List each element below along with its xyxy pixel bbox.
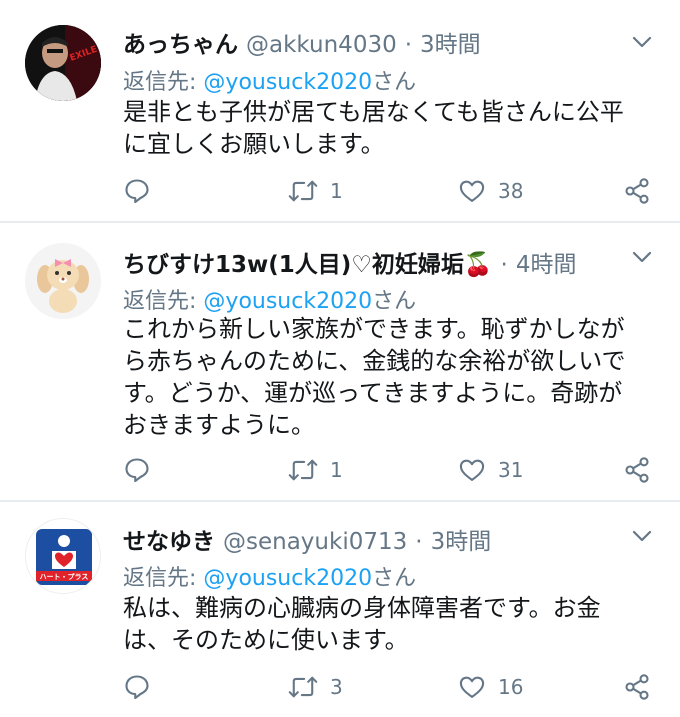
tweet-actions: 3 16 [123,667,663,707]
reply-icon [125,458,149,483]
tweet[interactable]: EXILE あっちゃん @akkun4030 · 3時間 返信先: @yousu… [0,0,680,222]
display-name[interactable]: せなゆき [123,522,215,556]
separator-dot: · [404,32,413,58]
chevron-down-icon[interactable] [630,245,654,269]
reply-mention[interactable]: @yousuck2020 [203,289,372,314]
chevron-down-icon[interactable] [630,30,654,54]
reply-suffix: さん [372,289,417,314]
retweet-icon [288,676,318,698]
tweet-header: ちびすけ13w(1人目)♡初妊婦垢🍒 · 4時間 [123,245,577,279]
reply-suffix: さん [372,566,417,591]
retweet-button[interactable]: 3 [288,667,343,707]
share-button[interactable] [623,171,651,211]
avatar-logo-text: ハート・プラス [40,572,89,581]
share-button[interactable] [623,450,651,490]
tweet-text: 是非とも子供が居ても居なくても皆さんに公平 に宜しくお願いします。 [123,96,663,160]
like-icon [459,180,485,202]
tweet-text-line: これから新しい家族ができます。恥ずかしなが [123,315,625,343]
reply-prefix: 返信先: [123,289,197,314]
retweet-icon [288,180,318,202]
timestamp[interactable]: 3時間 [420,25,481,59]
like-icon [459,459,485,481]
reply-prefix: 返信先: [123,566,197,591]
separator-dot: · [415,529,423,555]
separator-dot: · [500,252,508,278]
reply-prefix: 返信先: [123,70,197,95]
tweet-text: これから新しい家族ができます。恥ずかしなが ら赤ちゃんのために、金銭的な余裕が欲… [123,313,663,441]
reply-button[interactable] [123,667,151,707]
tweet-text: 私は、難病の心臓病の身体障害者です。お金 は、そのために使います。 [123,592,663,656]
timestamp[interactable]: 3時間 [431,522,492,556]
tweet-text-line: おきますように。 [123,411,315,439]
like-button[interactable]: 16 [458,667,523,707]
tweet-actions: 1 31 [123,450,663,490]
retweet-count: 1 [330,179,343,203]
reply-context: 返信先: @yousuck2020さん [123,64,416,96]
share-icon [625,178,649,204]
like-count: 16 [498,675,524,699]
tweet-text-line: は、そのために使います。 [123,626,409,654]
username[interactable]: @senayuki0713 [223,529,407,555]
chevron-down-icon[interactable] [630,524,654,548]
retweet-button[interactable]: 1 [288,450,343,490]
share-icon [625,457,649,483]
like-count: 31 [498,458,524,482]
display-name[interactable]: ちびすけ13w(1人目)♡初妊婦垢🍒 [123,245,493,279]
reply-mention[interactable]: @yousuck2020 [203,566,372,591]
reply-context: 返信先: @yousuck2020さん [123,560,416,592]
reply-context: 返信先: @yousuck2020さん [123,283,416,315]
reply-suffix: さん [372,70,417,95]
tweet[interactable]: ハート・プラス せなゆき @senayuki0713 · 3時間 返信先: @y… [0,502,680,717]
tweet-header: あっちゃん @akkun4030 · 3時間 [123,25,481,59]
tweet-text-line: 是非とも子供が居ても居なくても皆さんに公平 [123,98,624,126]
reply-icon [125,179,149,204]
share-icon [625,674,649,700]
reply-icon [125,675,149,700]
tweet[interactable]: ちびすけ13w(1人目)♡初妊婦垢🍒 · 4時間 返信先: @yousuck20… [0,223,680,501]
tweet-text-line: す。どうか、運が巡ってきますように。奇跡が [123,379,623,407]
reply-mention[interactable]: @yousuck2020 [203,70,372,95]
share-button[interactable] [623,667,651,707]
retweet-count: 3 [330,675,343,699]
avatar[interactable]: EXILE [25,25,101,101]
avatar[interactable]: ハート・プラス [25,518,101,594]
reply-button[interactable] [123,450,151,490]
like-icon [459,676,485,698]
display-name[interactable]: あっちゃん [123,25,238,59]
like-button[interactable]: 38 [458,171,523,211]
tweet-text-line: ら赤ちゃんのために、金銭的な余裕が欲しいで [123,347,626,375]
username[interactable]: @akkun4030 [246,32,397,58]
avatar[interactable] [25,243,101,319]
reply-button[interactable] [123,171,151,211]
tweet-text-line: に宜しくお願いします。 [123,130,385,158]
tweet-text-line: 私は、難病の心臓病の身体障害者です。お金 [123,594,601,622]
tweet-actions: 1 38 [123,171,663,211]
retweet-icon [288,459,318,481]
like-count: 38 [498,179,524,203]
retweet-button[interactable]: 1 [288,171,343,211]
retweet-count: 1 [330,458,343,482]
timestamp[interactable]: 4時間 [516,245,577,279]
tweet-header: せなゆき @senayuki0713 · 3時間 [123,522,491,556]
like-button[interactable]: 31 [458,450,523,490]
